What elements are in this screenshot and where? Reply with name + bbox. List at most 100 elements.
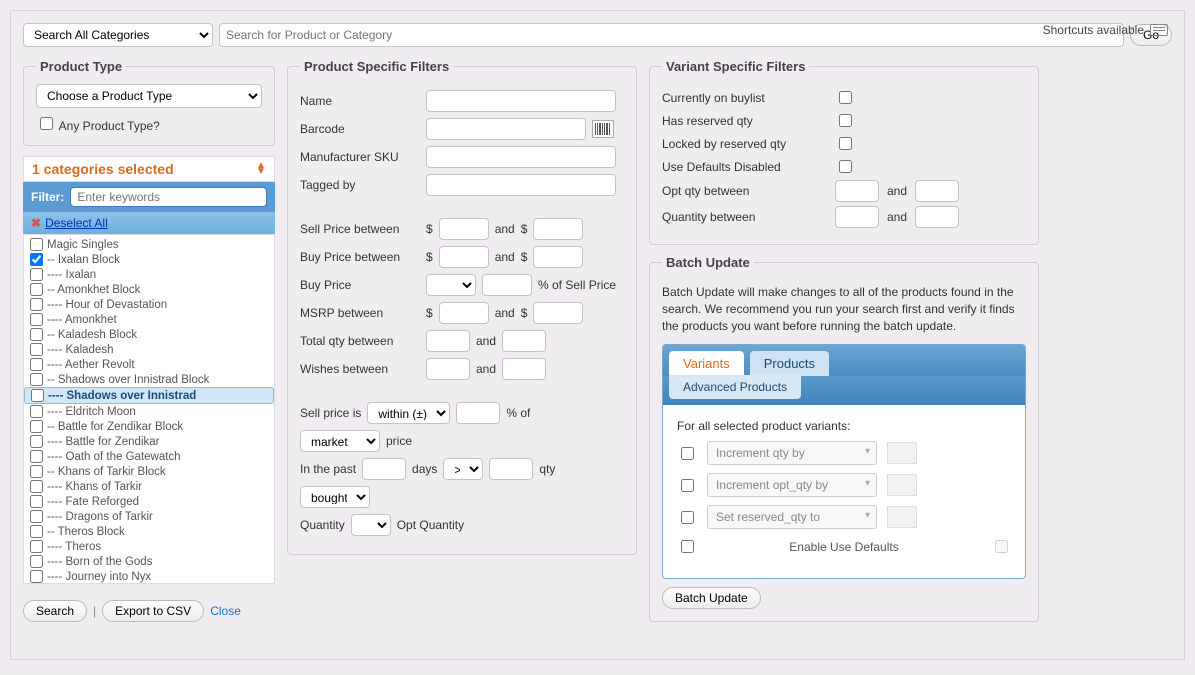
tab-variants[interactable]: Variants — [669, 351, 744, 376]
tree-item-checkbox[interactable] — [30, 435, 43, 448]
tree-item-checkbox[interactable] — [30, 555, 43, 568]
category-filter-input[interactable] — [70, 187, 267, 207]
batch-update-button[interactable]: Batch Update — [662, 587, 761, 609]
inc-opt-qty-checkbox[interactable] — [681, 479, 694, 492]
tree-item[interactable]: -- Battle for Zendikar Block — [24, 419, 274, 434]
tree-item[interactable]: -- Kaladesh Block — [24, 327, 274, 342]
tree-item-checkbox[interactable] — [30, 540, 43, 553]
tagged-input[interactable] — [426, 174, 616, 196]
tab-products[interactable]: Products — [750, 351, 829, 376]
buy-price-op-select[interactable] — [426, 274, 476, 296]
buy-price-min[interactable] — [439, 246, 489, 268]
sell-price-is-select[interactable]: within (±) — [367, 402, 450, 424]
tab-advanced-products[interactable]: Advanced Products — [669, 375, 801, 399]
tree-item-checkbox[interactable] — [30, 298, 43, 311]
bought-select[interactable]: bought — [300, 486, 370, 508]
set-reserved-checkbox[interactable] — [681, 511, 694, 524]
opt-qty-min[interactable] — [835, 180, 879, 202]
barcode-icon[interactable] — [592, 120, 614, 138]
tree-item[interactable]: ---- Fate Reforged — [24, 494, 274, 509]
past-days-input[interactable] — [362, 458, 406, 480]
set-reserved-select[interactable]: Set reserved_qty to — [707, 505, 877, 529]
export-csv-button[interactable]: Export to CSV — [102, 600, 204, 622]
sell-price-max[interactable] — [533, 218, 583, 240]
tree-item[interactable]: ---- Amonkhet — [24, 312, 274, 327]
wishes-min[interactable] — [426, 358, 470, 380]
tree-item-checkbox[interactable] — [31, 389, 44, 402]
use-defaults-disabled-checkbox[interactable] — [839, 160, 852, 173]
tree-item-checkbox[interactable] — [30, 268, 43, 281]
tree-item[interactable]: ---- Shadows over Innistrad — [24, 387, 274, 404]
tree-item[interactable]: -- Shadows over Innistrad Block — [24, 372, 274, 387]
locked-by-reserved-qty-checkbox[interactable] — [839, 137, 852, 150]
tree-item[interactable]: ---- Khans of Tarkir — [24, 479, 274, 494]
tree-item[interactable]: ---- Hour of Devastation — [24, 297, 274, 312]
wishes-max[interactable] — [502, 358, 546, 380]
tree-item[interactable]: ---- Dragons of Tarkir — [24, 509, 274, 524]
msrp-max[interactable] — [533, 302, 583, 324]
tree-item-checkbox[interactable] — [30, 238, 43, 251]
tree-item-checkbox[interactable] — [30, 570, 43, 583]
tree-item[interactable]: ---- Ixalan — [24, 267, 274, 282]
buy-price-pct-input[interactable] — [482, 274, 532, 296]
product-type-select[interactable]: Choose a Product Type — [36, 84, 262, 108]
inc-qty-select[interactable]: Increment qty by — [707, 441, 877, 465]
close-link[interactable]: Close — [210, 604, 241, 618]
search-button[interactable]: Search — [23, 600, 87, 622]
tree-item-checkbox[interactable] — [30, 420, 43, 433]
name-input[interactable] — [426, 90, 616, 112]
sell-price-min[interactable] — [439, 218, 489, 240]
inc-opt-qty-select[interactable]: Increment opt_qty by — [707, 473, 877, 497]
past-qty-input[interactable] — [489, 458, 533, 480]
enable-defaults-checkbox[interactable] — [681, 540, 694, 553]
tree-item-checkbox[interactable] — [30, 253, 43, 266]
category-tree[interactable]: Magic Singles-- Ixalan Block---- Ixalan-… — [23, 234, 275, 584]
tree-item[interactable]: ---- Born of the Gods — [24, 554, 274, 569]
tree-item[interactable]: ---- Kaladesh — [24, 342, 274, 357]
tree-item-checkbox[interactable] — [30, 283, 43, 296]
tree-item-checkbox[interactable] — [30, 313, 43, 326]
barcode-input[interactable] — [426, 118, 586, 140]
buy-price-max[interactable] — [533, 246, 583, 268]
tree-item[interactable]: ---- Eldritch Moon — [24, 404, 274, 419]
tree-item[interactable]: -- Theros Block — [24, 524, 274, 539]
tree-item-checkbox[interactable] — [30, 328, 43, 341]
tree-item-checkbox[interactable] — [30, 450, 43, 463]
sell-price-is-pct[interactable] — [456, 402, 500, 424]
tree-item-checkbox[interactable] — [30, 525, 43, 538]
search-input[interactable] — [219, 23, 1124, 47]
tree-item[interactable]: -- Khans of Tarkir Block — [24, 464, 274, 479]
quantity-op-select[interactable] — [351, 514, 391, 536]
has-reserved-qty-checkbox[interactable] — [839, 114, 852, 127]
tree-item-checkbox[interactable] — [30, 358, 43, 371]
total-qty-min[interactable] — [426, 330, 470, 352]
tree-item-checkbox[interactable] — [30, 343, 43, 356]
total-qty-max[interactable] — [502, 330, 546, 352]
tree-item[interactable]: ---- Theros — [24, 539, 274, 554]
any-product-type-checkbox[interactable] — [40, 117, 53, 130]
tree-item[interactable]: ---- Battle for Zendikar — [24, 434, 274, 449]
category-select[interactable]: Search All Categories — [23, 23, 213, 47]
tree-item[interactable]: ---- Oath of the Gatewatch — [24, 449, 274, 464]
tree-item-checkbox[interactable] — [30, 405, 43, 418]
currently-on-buylist-checkbox[interactable] — [839, 91, 852, 104]
tree-item-checkbox[interactable] — [30, 373, 43, 386]
deselect-all-row[interactable]: ✖ Deselect All — [23, 212, 275, 234]
price-type-select[interactable]: market — [300, 430, 380, 452]
shortcuts-indicator[interactable]: Shortcuts available — [1043, 23, 1168, 37]
msrp-min[interactable] — [439, 302, 489, 324]
tree-item-checkbox[interactable] — [30, 480, 43, 493]
tree-item[interactable]: ---- Journey into Nyx — [24, 569, 274, 584]
past-op-select[interactable]: > — [443, 458, 483, 480]
tree-item[interactable]: -- Amonkhet Block — [24, 282, 274, 297]
opt-qty-max[interactable] — [915, 180, 959, 202]
tree-item-checkbox[interactable] — [30, 465, 43, 478]
inc-qty-checkbox[interactable] — [681, 447, 694, 460]
msku-input[interactable] — [426, 146, 616, 168]
qty-min[interactable] — [835, 206, 879, 228]
qty-max[interactable] — [915, 206, 959, 228]
tree-item[interactable]: -- Ixalan Block — [24, 252, 274, 267]
tree-item-checkbox[interactable] — [30, 510, 43, 523]
tree-item[interactable]: Magic Singles — [24, 237, 274, 252]
tree-item-checkbox[interactable] — [30, 495, 43, 508]
